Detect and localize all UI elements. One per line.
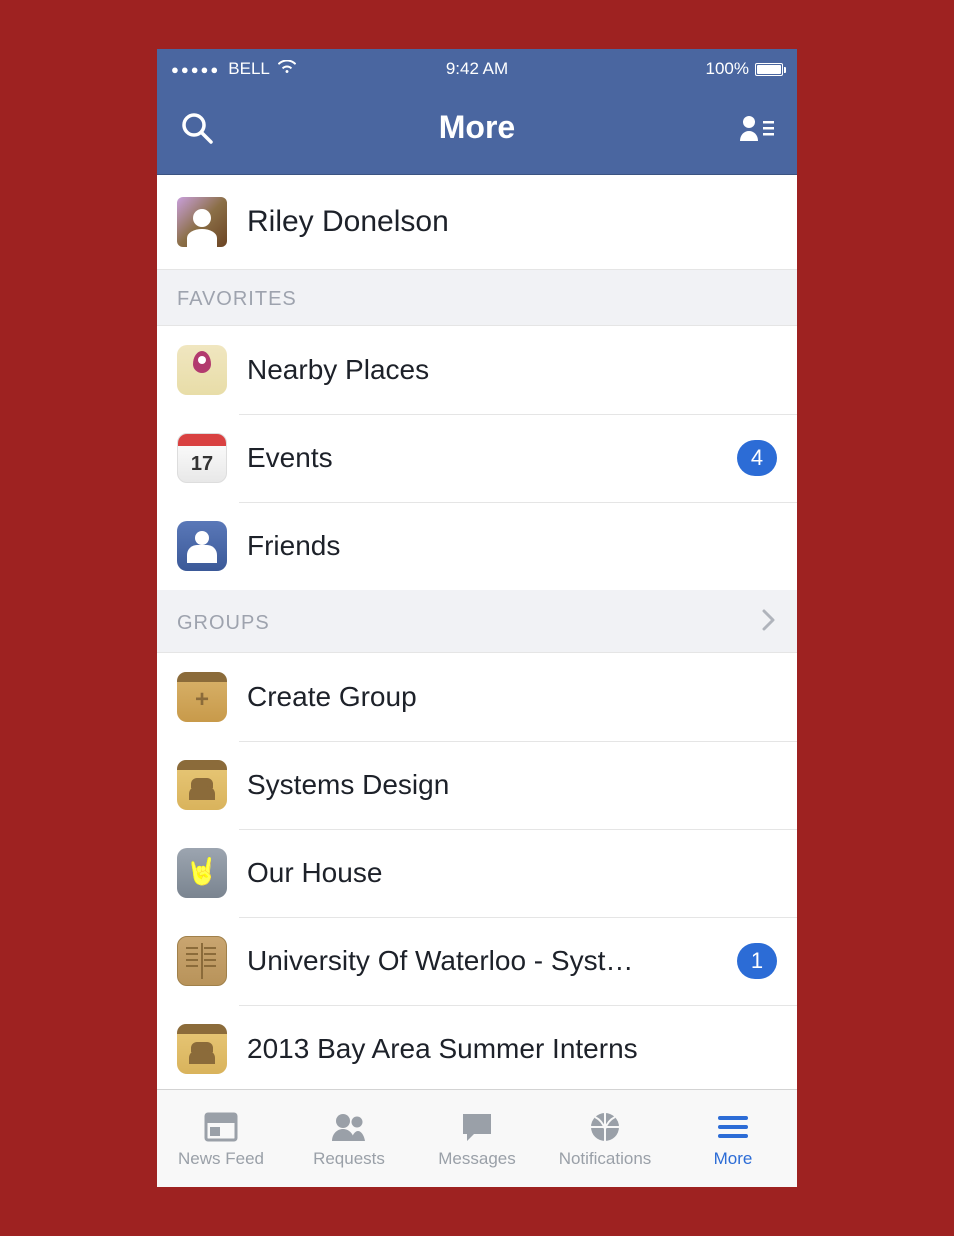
person-list-icon xyxy=(739,113,775,143)
row-systems-design[interactable]: Systems Design xyxy=(157,741,797,829)
row-label: Create Group xyxy=(247,681,777,713)
university-icon xyxy=(177,936,227,986)
row-label: Systems Design xyxy=(247,769,777,801)
clock-label: 9:42 AM xyxy=(375,59,579,79)
row-label: University Of Waterloo - Syst… xyxy=(247,945,737,977)
notifications-icon xyxy=(589,1109,621,1145)
tab-news-feed[interactable]: News Feed xyxy=(157,1090,285,1187)
wifi-icon xyxy=(278,59,296,79)
section-header-label: GROUPS xyxy=(177,612,270,635)
carrier-label: BELL xyxy=(228,59,270,79)
content-scroll[interactable]: Riley Donelson FAVORITES Nearby Places 1… xyxy=(157,175,797,1089)
row-label: Events xyxy=(247,442,737,474)
section-header-favorites: FAVORITES xyxy=(157,270,797,326)
our-house-icon xyxy=(177,848,227,898)
section-header-label: FAVORITES xyxy=(177,288,297,311)
row-label: Our House xyxy=(247,857,777,889)
tab-more[interactable]: More xyxy=(669,1090,797,1187)
avatar xyxy=(177,197,227,247)
section-header-groups[interactable]: GROUPS xyxy=(157,590,797,653)
badge-count: 1 xyxy=(737,943,777,979)
page-title: More xyxy=(219,109,735,146)
tab-label: Notifications xyxy=(559,1149,652,1169)
signal-dots-icon: ●●●●● xyxy=(171,62,220,77)
news-feed-icon xyxy=(204,1109,238,1145)
tab-bar: News Feed Requests Messages Notification… xyxy=(157,1089,797,1187)
row-create-group[interactable]: Create Group xyxy=(157,653,797,741)
nearby-places-icon xyxy=(177,345,227,395)
tab-label: Requests xyxy=(313,1149,385,1169)
profile-row[interactable]: Riley Donelson xyxy=(157,175,797,270)
row-label: Nearby Places xyxy=(247,354,777,386)
friends-icon xyxy=(177,521,227,571)
row-label: 2013 Bay Area Summer Interns xyxy=(247,1033,777,1065)
phone-screen: ●●●●● BELL 9:42 AM 100% More Rile xyxy=(157,49,797,1187)
calendar-day: 17 xyxy=(191,453,213,476)
chevron-right-icon xyxy=(761,608,777,638)
profile-name: Riley Donelson xyxy=(247,205,449,239)
tab-notifications[interactable]: Notifications xyxy=(541,1090,669,1187)
row-friends[interactable]: Friends xyxy=(157,502,797,590)
tab-label: More xyxy=(714,1149,753,1169)
battery-icon xyxy=(755,63,783,76)
search-icon xyxy=(180,111,214,145)
row-events[interactable]: 17 Events 4 xyxy=(157,414,797,502)
tab-requests[interactable]: Requests xyxy=(285,1090,413,1187)
friend-requests-button[interactable] xyxy=(735,106,779,150)
nav-header: More xyxy=(157,89,797,175)
status-bar: ●●●●● BELL 9:42 AM 100% xyxy=(157,49,797,89)
create-group-icon xyxy=(177,672,227,722)
requests-icon xyxy=(329,1109,369,1145)
row-label: Friends xyxy=(247,530,777,562)
battery-pct-label: 100% xyxy=(706,59,749,79)
tab-label: Messages xyxy=(438,1149,515,1169)
badge-count: 4 xyxy=(737,440,777,476)
messages-icon xyxy=(460,1109,494,1145)
group-icon xyxy=(177,760,227,810)
tab-label: News Feed xyxy=(178,1149,264,1169)
row-bay-area-interns[interactable]: 2013 Bay Area Summer Interns xyxy=(157,1005,797,1089)
group-icon xyxy=(177,1024,227,1074)
row-nearby-places[interactable]: Nearby Places xyxy=(157,326,797,414)
search-button[interactable] xyxy=(175,106,219,150)
tab-messages[interactable]: Messages xyxy=(413,1090,541,1187)
row-our-house[interactable]: Our House xyxy=(157,829,797,917)
more-icon xyxy=(716,1109,750,1145)
row-university-waterloo[interactable]: University Of Waterloo - Syst… 1 xyxy=(157,917,797,1005)
events-icon: 17 xyxy=(177,433,227,483)
